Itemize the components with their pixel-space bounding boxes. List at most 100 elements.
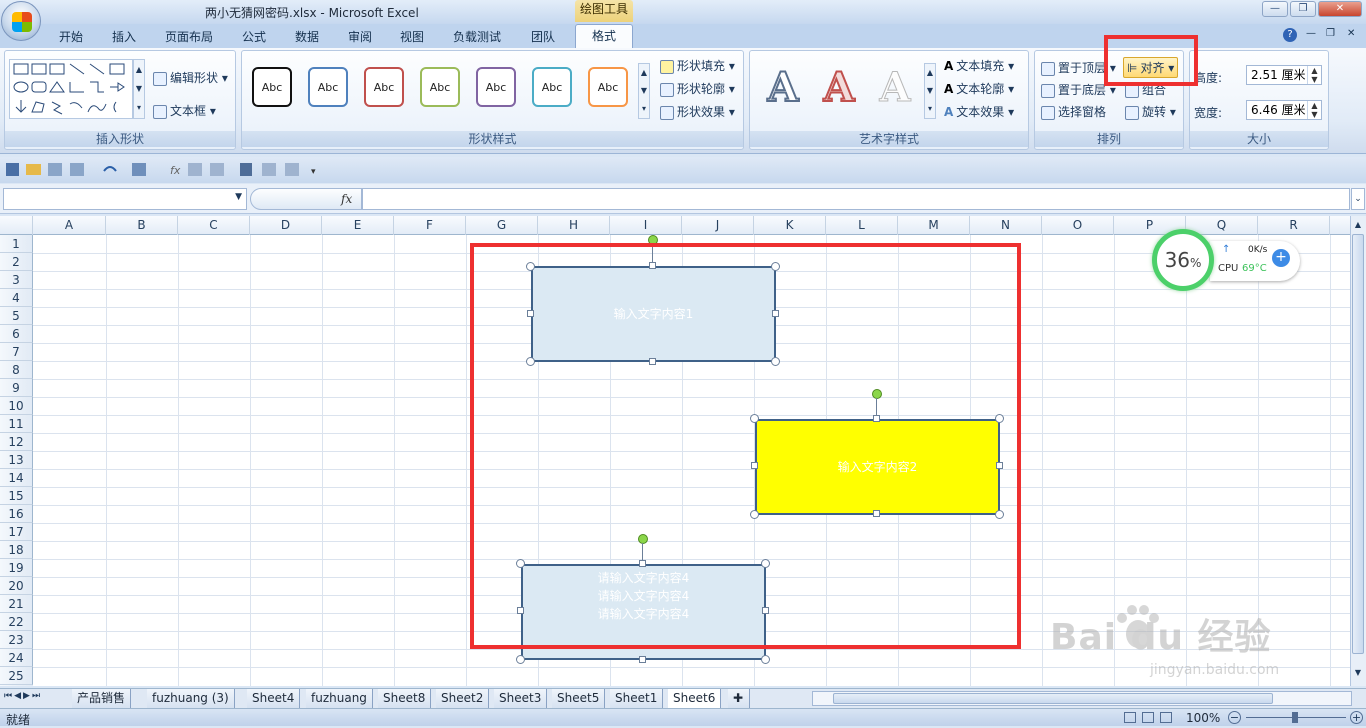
wordart-scroll[interactable]: ▲ ▼ ▾ — [924, 63, 936, 119]
horizontal-scroll-thumb[interactable] — [833, 693, 1273, 704]
shape-style-orange[interactable]: Abc — [588, 67, 628, 107]
vertical-scrollbar[interactable]: ▲ ▼ — [1350, 216, 1366, 686]
edit-shape-button[interactable]: 编辑形状 ▾ — [153, 69, 228, 86]
column-header[interactable]: D — [250, 216, 322, 235]
sheet-nav-arrows-icon[interactable]: ⏮◀▶⏭ — [4, 691, 42, 701]
sheet-tab[interactable]: Sheet8 — [378, 689, 432, 708]
close-button[interactable]: ✕ — [1318, 1, 1362, 17]
row-header[interactable]: 17 — [0, 523, 33, 541]
sheet-tab[interactable]: fuzhuang — [306, 689, 373, 708]
shape-style-purple[interactable]: Abc — [476, 67, 516, 107]
text-box-button[interactable]: 文本框 ▾ — [153, 102, 216, 119]
zoom-in-icon[interactable]: + — [1350, 711, 1363, 724]
tab-home[interactable]: 开始 — [59, 28, 83, 45]
text-fill-button[interactable]: A 文本填充 ▾ — [944, 57, 1014, 74]
row-header[interactable]: 18 — [0, 541, 33, 559]
scroll-down-icon[interactable]: ▼ — [1352, 666, 1364, 680]
wordart-style-red[interactable]: A — [814, 63, 864, 113]
tab-team[interactable]: 团队 — [531, 28, 555, 45]
sheet-tab[interactable]: 产品销售 — [72, 689, 132, 708]
width-input[interactable]: 6.46 厘米 ▲ ▼ — [1246, 100, 1322, 120]
row-header[interactable]: 2 — [0, 253, 33, 271]
column-header[interactable]: B — [106, 216, 178, 235]
column-header[interactable]: L — [826, 216, 898, 235]
sheet-tab[interactable]: Sheet2 — [436, 689, 490, 708]
column-header[interactable]: N — [970, 216, 1042, 235]
office-button[interactable] — [1, 1, 41, 41]
tab-insert[interactable]: 插入 — [112, 28, 136, 45]
tab-formulas[interactable]: 公式 — [242, 28, 266, 45]
tab-review[interactable]: 审阅 — [348, 28, 372, 45]
ribbon-minimize-icon[interactable]: — — [1306, 28, 1316, 39]
text-outline-button[interactable]: A 文本轮廓 ▾ — [944, 80, 1014, 97]
row-header[interactable]: 21 — [0, 595, 33, 613]
shape-style-green[interactable]: Abc — [420, 67, 460, 107]
column-header[interactable]: M — [898, 216, 970, 235]
row-header[interactable]: 15 — [0, 487, 33, 505]
select-all-corner[interactable] — [0, 216, 33, 235]
resize-handle[interactable] — [761, 655, 770, 664]
row-header[interactable]: 20 — [0, 577, 33, 595]
shape-style-blue[interactable]: Abc — [308, 67, 348, 107]
name-box-dropdown-icon[interactable]: ▼ — [235, 192, 242, 202]
row-header[interactable]: 8 — [0, 361, 33, 379]
shape-style-scroll[interactable]: ▲ ▼ ▾ — [638, 63, 650, 119]
column-header[interactable]: J — [682, 216, 754, 235]
row-header[interactable]: 4 — [0, 289, 33, 307]
shape-fill-button[interactable]: 形状填充 ▾ — [660, 57, 735, 74]
minimize-button[interactable]: — — [1262, 1, 1288, 17]
sheet-tab-active[interactable]: Sheet6 — [668, 689, 722, 708]
horizontal-scrollbar[interactable] — [812, 691, 1352, 706]
row-header[interactable]: 22 — [0, 613, 33, 631]
shape-gallery[interactable] — [9, 59, 133, 119]
insert-function-button[interactable]: fx — [341, 192, 352, 206]
sheet-tab[interactable]: Sheet3 — [494, 689, 548, 708]
column-header[interactable]: I — [610, 216, 682, 235]
help-icon[interactable]: ? — [1283, 28, 1297, 42]
row-header[interactable]: 9 — [0, 379, 33, 397]
normal-view-icon[interactable] — [1124, 712, 1136, 723]
column-header[interactable]: K — [754, 216, 826, 235]
row-header[interactable]: 11 — [0, 415, 33, 433]
selection-pane-button[interactable]: 选择窗格 — [1041, 103, 1106, 120]
row-header[interactable]: 16 — [0, 505, 33, 523]
height-spinner[interactable]: ▲ ▼ — [1307, 66, 1321, 84]
sheet-tab[interactable]: fuzhuang (3) — [147, 689, 235, 708]
wordart-style-white[interactable]: A — [870, 63, 920, 113]
row-header[interactable]: 12 — [0, 433, 33, 451]
row-header[interactable]: 1 — [0, 235, 33, 253]
zoom-slider-thumb[interactable] — [1292, 712, 1298, 723]
sheet-tab[interactable]: Sheet1 — [610, 689, 664, 708]
maximize-button[interactable]: ❐ — [1290, 1, 1316, 17]
ribbon-close-icon[interactable]: ✕ — [1347, 28, 1355, 39]
scroll-thumb[interactable] — [1352, 234, 1364, 654]
column-header[interactable]: A — [33, 216, 106, 235]
resize-handle[interactable] — [639, 656, 646, 663]
shape-style-aqua[interactable]: Abc — [532, 67, 572, 107]
sheet-tab[interactable]: Sheet4 — [247, 689, 301, 708]
row-header[interactable]: 25 — [0, 667, 33, 685]
column-header[interactable]: G — [466, 216, 538, 235]
insert-sheet-icon[interactable]: ✚ — [728, 689, 750, 708]
shape-gallery-scroll[interactable]: ▲ ▼ ▾ — [133, 59, 145, 119]
row-header[interactable]: 23 — [0, 631, 33, 649]
expand-formula-bar-icon[interactable]: ⌄ — [1351, 188, 1365, 210]
shape-outline-button[interactable]: 形状轮廓 ▾ — [660, 80, 735, 97]
tab-page-layout[interactable]: 页面布局 — [165, 28, 213, 45]
zoom-level[interactable]: 100% — [1186, 711, 1220, 725]
tab-view[interactable]: 视图 — [400, 28, 424, 45]
tab-format[interactable]: 格式 — [575, 24, 633, 48]
page-layout-view-icon[interactable] — [1142, 712, 1154, 723]
scroll-up-icon[interactable]: ▲ — [1352, 218, 1364, 232]
name-box[interactable]: ▼ — [3, 188, 247, 210]
row-header[interactable]: 6 — [0, 325, 33, 343]
row-header[interactable]: 3 — [0, 271, 33, 289]
row-header[interactable]: 13 — [0, 451, 33, 469]
row-header[interactable]: 7 — [0, 343, 33, 361]
text-effects-button[interactable]: A 文本效果 ▾ — [944, 103, 1014, 120]
column-header[interactable]: H — [538, 216, 610, 235]
formula-input[interactable] — [362, 188, 1350, 210]
zoom-out-icon[interactable]: − — [1228, 711, 1241, 724]
column-header[interactable]: E — [322, 216, 394, 235]
column-header[interactable]: O — [1042, 216, 1114, 235]
